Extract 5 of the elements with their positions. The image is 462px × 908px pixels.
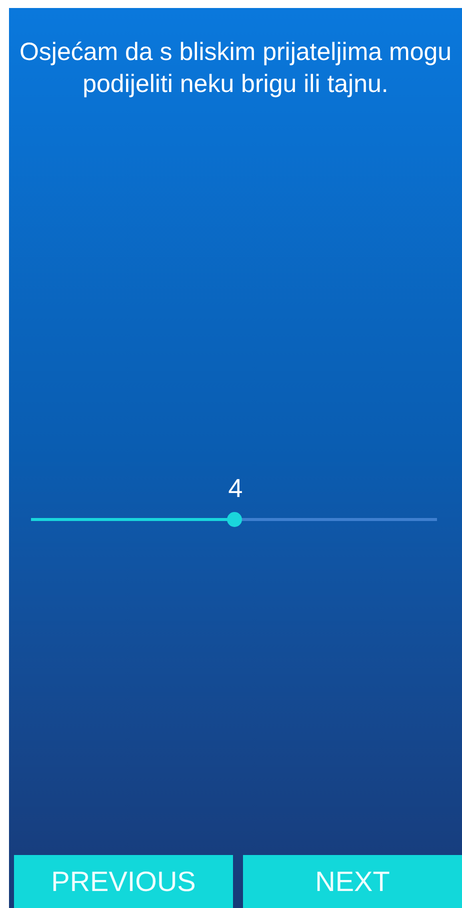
question-text: Osjećam da s bliskim prijateljima mogu podijeliti neku brigu ili tajnu. (18, 37, 453, 100)
nav-button[interactable]: PREVIOUS (14, 855, 233, 908)
slider-value: 4 (228, 472, 243, 504)
slider-thumb[interactable] (226, 512, 242, 526)
nav-button[interactable]: NEXT (243, 855, 462, 908)
